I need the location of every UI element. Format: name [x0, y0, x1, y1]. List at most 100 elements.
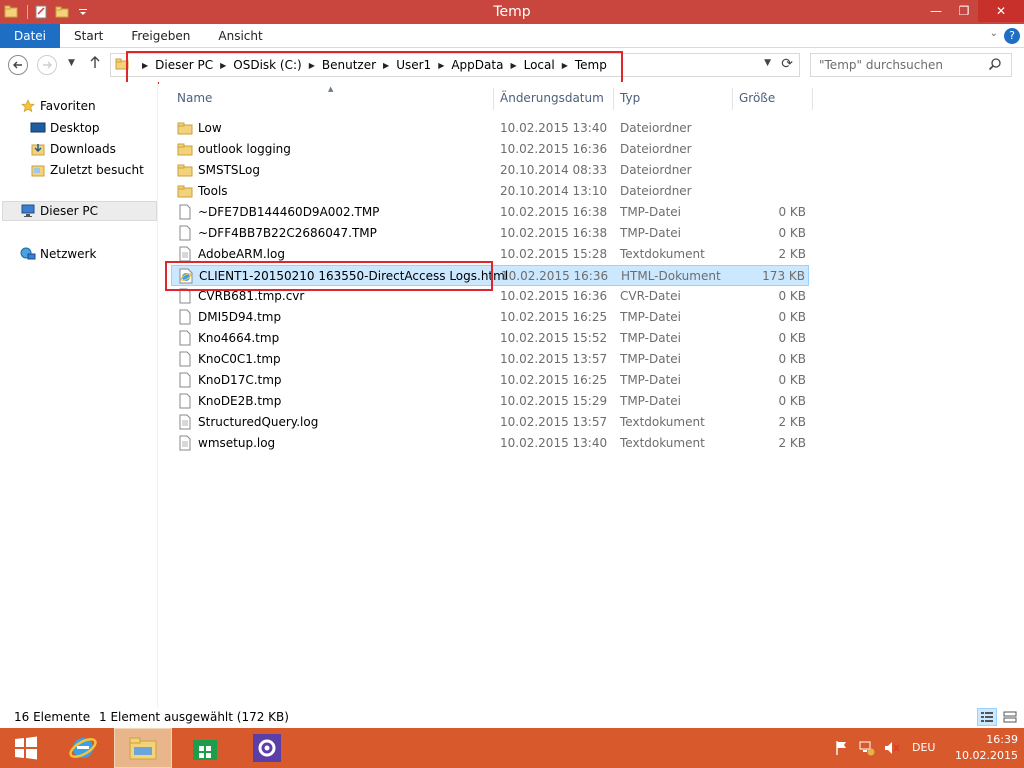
column-divider[interactable] — [732, 88, 733, 110]
taskbar-settings[interactable] — [238, 728, 296, 768]
new-folder-icon[interactable] — [53, 3, 71, 21]
selection-info: 1 Element ausgewählt (172 KB) — [99, 710, 289, 724]
file-row[interactable]: DMI5D94.tmp 10.02.2015 16:25 TMP-Datei 0 KB — [171, 307, 809, 328]
nav-downloads[interactable]: Downloads — [30, 139, 116, 159]
network-icon — [20, 246, 36, 262]
file-date: 20.10.2014 13:10 — [500, 184, 608, 198]
breadcrumb-item[interactable]: ▶ Dieser PC — [135, 54, 213, 76]
file-row[interactable]: outlook logging 10.02.2015 16:36 Dateiordn… — [171, 139, 809, 160]
file-row[interactable]: AdobeARM.log 10.02.2015 15:28 Textdokument… — [171, 244, 809, 265]
breadcrumb-arrow-icon[interactable]: ▶ — [562, 61, 568, 70]
breadcrumb-item[interactable]: ▶ OSDisk (C:) — [213, 54, 302, 76]
tab-freigeben[interactable]: Freigeben — [117, 24, 204, 48]
maximize-button[interactable]: ❐ — [950, 0, 978, 22]
tab-datei[interactable]: Datei — [0, 23, 61, 48]
breadcrumb-item[interactable]: ▶ User1 — [376, 54, 431, 76]
nav-downloads-label: Downloads — [50, 142, 116, 156]
breadcrumb-item[interactable]: ▶ Local — [503, 54, 554, 76]
breadcrumb-arrow-icon[interactable]: ▶ — [142, 61, 148, 70]
file-row[interactable]: wmsetup.log 10.02.2015 13:40 Textdokument 2… — [171, 433, 809, 454]
refresh-icon[interactable]: ⟳ — [781, 56, 793, 72]
file-row[interactable]: KnoDE2B.tmp 10.02.2015 15:29 TMP-Datei 0 KB — [171, 391, 809, 412]
file-type: Textdokument — [620, 247, 705, 261]
folder-icon — [177, 120, 193, 136]
search-icon[interactable] — [988, 57, 1002, 71]
file-row[interactable]: KnoC0C1.tmp 10.02.2015 13:57 TMP-Datei 0 KB — [171, 349, 809, 370]
file-name: ~DFE7DB144460D9A002.TMP — [198, 205, 380, 219]
file-row[interactable]: KnoD17C.tmp 10.02.2015 16:25 TMP-Datei 0 KB — [171, 370, 809, 391]
file-row[interactable]: StructuredQuery.log 10.02.2015 13:57 Textd… — [171, 412, 809, 433]
breadcrumb-arrow-icon[interactable]: ▶ — [309, 61, 315, 70]
column-header-type[interactable]: Typ — [620, 91, 640, 109]
folder-icon — [115, 57, 129, 74]
up-button[interactable] — [89, 55, 101, 73]
folder-app-icon[interactable] — [2, 3, 20, 21]
ribbon-tabs: Datei Start Freigeben Ansicht ⌄ ? — [0, 23, 1024, 48]
file-icon — [177, 309, 193, 325]
quick-access-toolbar — [0, 0, 95, 24]
properties-icon[interactable] — [32, 3, 50, 21]
column-header-date[interactable]: Änderungsdatum — [500, 91, 604, 109]
file-row[interactable]: Kno4664.tmp 10.02.2015 15:52 TMP-Datei 0 KB — [171, 328, 809, 349]
nav-network[interactable]: Netzwerk — [20, 244, 96, 264]
column-header-name[interactable]: Name — [177, 91, 212, 109]
large-icons-view-button[interactable] — [1000, 708, 1020, 726]
minimize-button[interactable]: — — [922, 0, 950, 22]
file-type: TMP-Datei — [620, 352, 682, 366]
breadcrumb-item[interactable]: ▶ AppData — [431, 54, 503, 76]
file-name: Kno4664.tmp — [198, 331, 280, 345]
action-center-icon[interactable] — [834, 738, 850, 758]
start-button[interactable] — [0, 728, 52, 768]
column-divider[interactable] — [493, 88, 494, 110]
breadcrumb-arrow-icon[interactable]: ▶ — [438, 61, 444, 70]
details-view-button[interactable] — [977, 708, 997, 726]
forward-button[interactable] — [37, 55, 57, 75]
volume-muted-icon[interactable] — [884, 738, 900, 758]
nav-desktop[interactable]: Desktop — [30, 118, 100, 138]
store-icon — [193, 740, 217, 760]
breadcrumb-arrow-icon[interactable]: ▶ — [510, 61, 516, 70]
up-arrow-icon — [90, 56, 100, 68]
column-divider[interactable] — [613, 88, 614, 110]
file-row[interactable]: Tools 20.10.2014 13:10 Dateiordner — [171, 181, 809, 202]
recent-locations-icon[interactable]: ▼ — [68, 58, 75, 68]
address-bar[interactable]: ▶ Dieser PC ▶ OSDisk (C:) ▶ Benutzer ▶ User1… — [110, 53, 800, 77]
taskbar-store[interactable] — [176, 728, 234, 768]
breadcrumb-arrow-icon[interactable]: ▶ — [383, 61, 389, 70]
expand-ribbon-icon[interactable]: ⌄ — [990, 28, 998, 39]
close-button[interactable]: ✕ — [978, 0, 1024, 22]
nav-desktop-label: Desktop — [50, 121, 100, 135]
taskbar-internet-explorer[interactable] — [54, 728, 112, 768]
customize-qat-icon[interactable] — [74, 3, 92, 21]
breadcrumb-item[interactable]: ▶ Temp — [555, 54, 607, 76]
clock[interactable]: 16:39 10.02.2015 — [955, 732, 1018, 764]
file-list: ▲ Name Änderungsdatum Typ Größe Low 10.02… — [159, 82, 1024, 708]
network-status-icon[interactable] — [859, 738, 875, 758]
tab-start[interactable]: Start — [60, 24, 117, 48]
file-icon — [177, 330, 193, 346]
help-icon[interactable]: ? — [1004, 28, 1020, 44]
file-type: TMP-Datei — [620, 373, 682, 387]
back-button[interactable] — [8, 55, 28, 75]
column-header-size[interactable]: Größe — [739, 91, 775, 109]
file-row[interactable]: CLIENT1-20150210 163550-DirectAccess Log… — [171, 265, 809, 286]
nav-favorites[interactable]: Favoriten — [20, 96, 96, 116]
address-history-dropdown-icon[interactable]: ▼ — [764, 58, 771, 68]
file-icon — [177, 372, 193, 388]
breadcrumb-item[interactable]: ▶ Benutzer — [302, 54, 376, 76]
taskbar-file-explorer[interactable] — [114, 728, 172, 768]
breadcrumb-arrow-icon[interactable]: ▶ — [220, 61, 226, 70]
file-row[interactable]: SMSTSLog 20.10.2014 08:33 Dateiordner — [171, 160, 809, 181]
star-icon — [20, 98, 36, 114]
input-language[interactable]: DEU — [912, 741, 935, 754]
file-row[interactable]: Low 10.02.2015 13:40 Dateiordner — [171, 118, 809, 139]
tab-ansicht[interactable]: Ansicht — [204, 24, 276, 48]
file-row[interactable]: ~DFE7DB144460D9A002.TMP 10.02.2015 16:38 T… — [171, 202, 809, 223]
file-row[interactable]: CVRB681.tmp.cvr 10.02.2015 16:36 CVR-Datei… — [171, 286, 809, 307]
nav-recent[interactable]: Zuletzt besucht — [30, 160, 144, 180]
file-size: 0 KB — [778, 373, 806, 387]
title-bar: Temp — ❐ ✕ — [0, 0, 1024, 24]
file-row[interactable]: ~DFF4BB7B22C2686047.TMP 10.02.2015 16:38 T… — [171, 223, 809, 244]
nav-thispc[interactable]: Dieser PC — [2, 201, 157, 221]
column-divider[interactable] — [812, 88, 813, 110]
